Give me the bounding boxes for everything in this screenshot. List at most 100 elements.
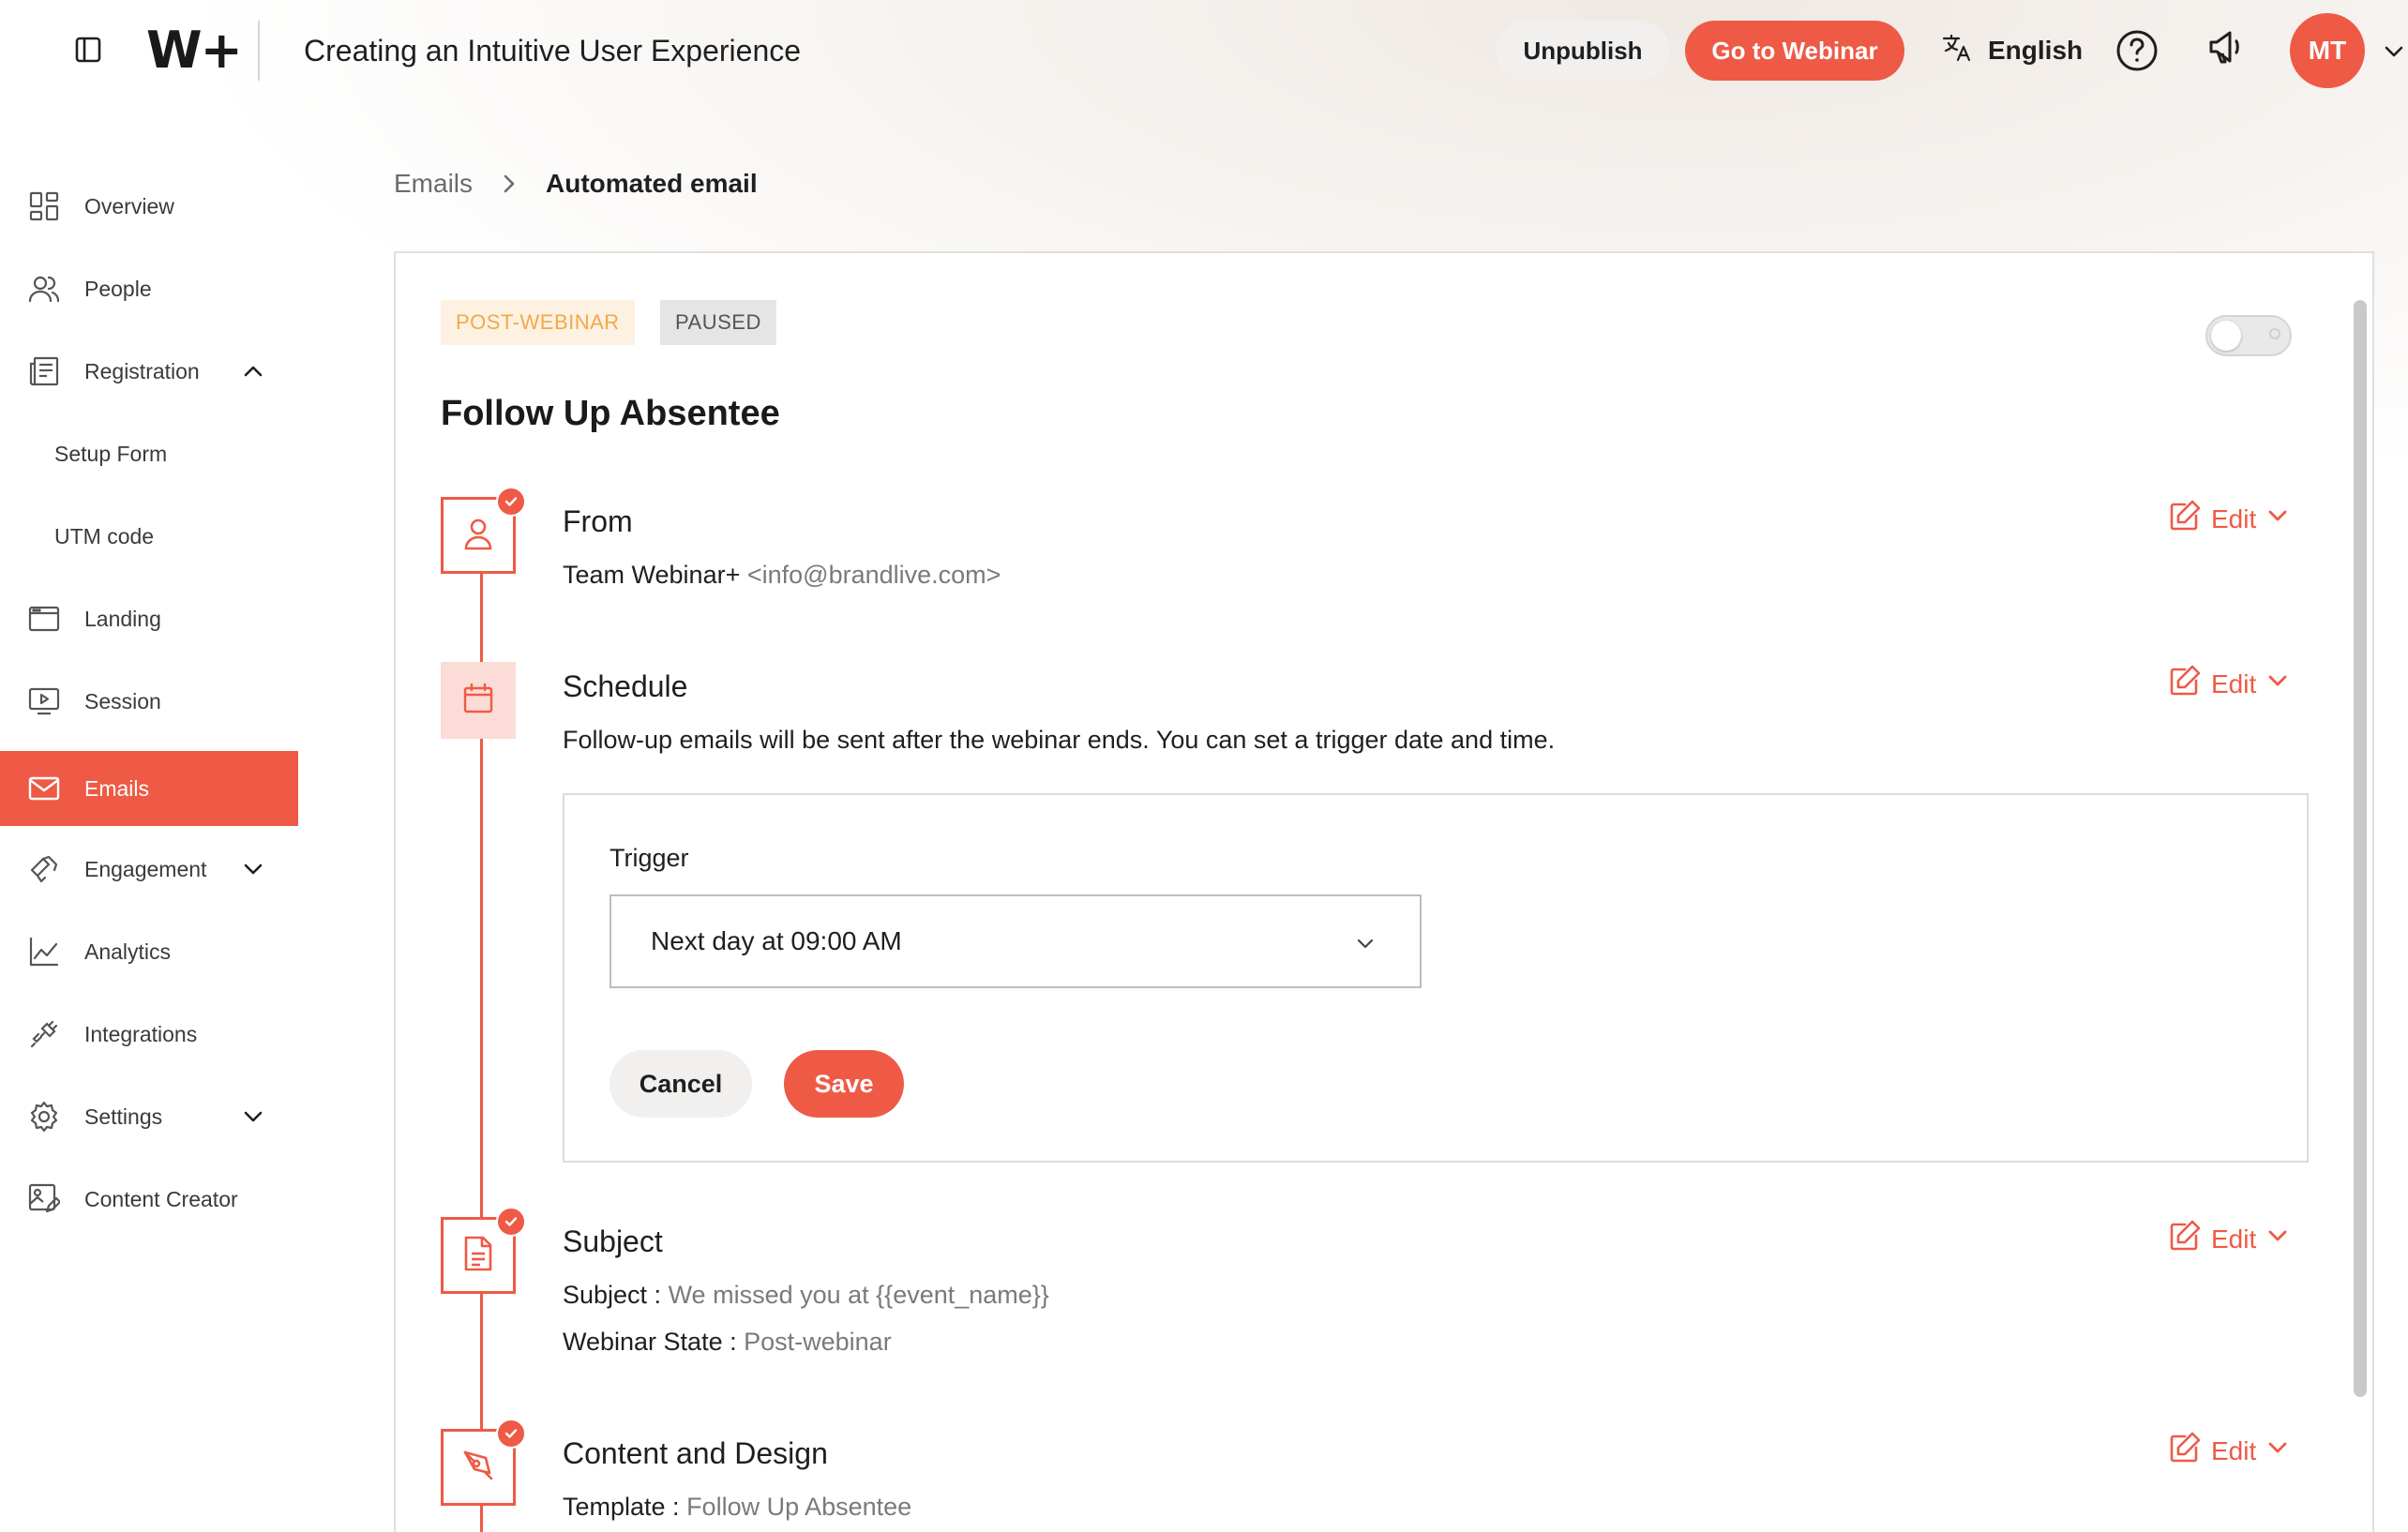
go-to-webinar-button[interactable]: Go to Webinar xyxy=(1685,21,1904,81)
content-step-icon xyxy=(441,1419,526,1506)
edit-icon xyxy=(2168,1219,2202,1259)
phase-badge: POST-WEBINAR xyxy=(441,300,635,345)
schedule-step-title: Schedule xyxy=(563,669,688,703)
subject-step-title: Subject xyxy=(563,1224,663,1258)
subject-edit-button[interactable]: Edit xyxy=(2168,1219,2290,1259)
state-value: Post-webinar xyxy=(744,1328,892,1356)
from-step-title: From xyxy=(563,504,633,538)
top-bar: W+ Creating an Intuitive User Experience… xyxy=(0,0,2408,103)
content-edit-button[interactable]: Edit xyxy=(2168,1431,2290,1471)
sidebar-item-settings[interactable]: Settings xyxy=(0,1079,298,1154)
sidebar-item-emails[interactable]: Emails xyxy=(0,751,298,826)
sidebar-item-analytics[interactable]: Analytics xyxy=(0,914,298,989)
cancel-button[interactable]: Cancel xyxy=(610,1050,752,1118)
sidebar-item-engagement[interactable]: Engagement xyxy=(0,832,298,907)
schedule-panel: Trigger Next day at 09:00 AM Cancel Save xyxy=(563,793,2309,1163)
mail-icon xyxy=(28,773,60,804)
state-key: Webinar State : xyxy=(563,1328,745,1356)
edit-icon xyxy=(2168,664,2202,704)
chevron-down-icon[interactable] xyxy=(2382,39,2406,64)
content-step-title: Content and Design xyxy=(563,1436,828,1470)
status-badge: PAUSED xyxy=(660,300,776,345)
browser-icon xyxy=(28,603,60,635)
schedule-description: Follow-up emails will be sent after the … xyxy=(563,726,1556,754)
toggle-off-icon xyxy=(2269,328,2280,339)
schedule-edit-button[interactable]: Edit xyxy=(2168,664,2290,704)
email-detail-card: POST-WEBINAR PAUSED Follow Up Absentee F… xyxy=(394,251,2374,1532)
sidebar-item-utm-code[interactable]: UTM code xyxy=(0,499,298,574)
webinar-state-line: Webinar State : Post-webinar xyxy=(563,1328,892,1357)
edit-label: Edit xyxy=(2211,1435,2257,1465)
sidebar-item-setup-form[interactable]: Setup Form xyxy=(0,416,298,491)
chevron-down-icon xyxy=(2265,503,2290,534)
pen-tool-icon xyxy=(459,1447,497,1489)
help-icon[interactable] xyxy=(2115,28,2160,73)
trigger-select-value: Next day at 09:00 AM xyxy=(651,926,902,955)
user-icon xyxy=(459,515,497,557)
sidebar-item-content-creator[interactable]: Content Creator xyxy=(0,1162,298,1237)
people-icon xyxy=(28,273,60,305)
sidebar-item-session[interactable]: Session xyxy=(0,664,298,739)
chevron-down-icon[interactable] xyxy=(240,1104,266,1130)
user-avatar[interactable]: MT xyxy=(2290,13,2365,88)
subject-step-icon xyxy=(441,1207,526,1294)
document-icon xyxy=(461,1235,495,1277)
unpublish-button[interactable]: Unpublish xyxy=(1497,21,1669,81)
sidebar-item-label: Content Creator xyxy=(84,1186,238,1211)
megaphone-icon[interactable] xyxy=(2205,26,2247,68)
save-button[interactable]: Save xyxy=(784,1050,904,1118)
email-title: Follow Up Absentee xyxy=(441,394,780,433)
language-selector[interactable]: English xyxy=(1941,28,2083,73)
trigger-label: Trigger xyxy=(610,844,689,872)
translate-icon xyxy=(1941,32,1973,70)
chevron-down-icon xyxy=(2265,1435,2290,1466)
scrollbar-thumb[interactable] xyxy=(2354,300,2367,1397)
image-edit-icon xyxy=(28,1183,62,1215)
breadcrumb: Emails Automated email xyxy=(394,169,758,199)
sidebar-item-landing[interactable]: Landing xyxy=(0,581,298,656)
subject-key: Subject : xyxy=(563,1281,669,1309)
chevron-down-icon[interactable] xyxy=(240,856,266,882)
sidebar-item-overview[interactable]: Overview xyxy=(0,169,298,244)
header-divider xyxy=(258,21,260,81)
check-icon xyxy=(496,1207,526,1237)
brand-logo[interactable]: W+ xyxy=(146,21,243,81)
play-screen-icon xyxy=(28,685,60,717)
edit-icon xyxy=(2168,1431,2202,1471)
edit-icon xyxy=(2168,499,2202,539)
registration-icon xyxy=(28,355,60,387)
chevron-down-icon xyxy=(1352,930,1378,956)
scrollbar[interactable] xyxy=(2354,300,2367,1528)
check-icon xyxy=(496,487,526,517)
sidebar-item-label: Registration xyxy=(84,358,200,383)
subject-value: We missed you at {{event_name}} xyxy=(668,1281,1049,1309)
sidebar-toggle-icon[interactable] xyxy=(73,35,103,65)
from-edit-button[interactable]: Edit xyxy=(2168,499,2290,539)
sidebar-item-registration[interactable]: Registration xyxy=(0,334,298,409)
sidebar-item-label: Overview xyxy=(84,193,174,218)
trigger-select[interactable]: Next day at 09:00 AM xyxy=(610,894,1422,988)
sidebar-item-label: Settings xyxy=(84,1104,163,1129)
template-value: Follow Up Absentee xyxy=(686,1493,912,1521)
email-enabled-toggle[interactable] xyxy=(2205,315,2292,356)
edit-label: Edit xyxy=(2211,668,2257,698)
sidebar-item-people[interactable]: People xyxy=(0,251,298,326)
sender-address: <info@brandlive.com> xyxy=(746,561,1001,589)
sidebar-item-label: Emails xyxy=(84,775,150,801)
sidebar-item-integrations[interactable]: Integrations xyxy=(0,997,298,1072)
chevron-down-icon xyxy=(2265,668,2290,699)
toggle-knob xyxy=(2211,321,2241,351)
edit-label: Edit xyxy=(2211,1224,2257,1254)
chevron-down-icon xyxy=(2265,1224,2290,1254)
sidebar-item-label: Session xyxy=(84,688,161,713)
chart-icon xyxy=(28,936,60,968)
sidebar-item-label: UTM code xyxy=(54,523,155,548)
sidebar-item-label: Integrations xyxy=(84,1021,198,1046)
page-title: Creating an Intuitive User Experience xyxy=(304,34,802,68)
schedule-step-icon xyxy=(441,662,516,739)
language-label: English xyxy=(1988,36,2084,65)
chevron-right-icon xyxy=(497,172,521,196)
breadcrumb-emails-link[interactable]: Emails xyxy=(394,169,473,199)
chevron-up-icon[interactable] xyxy=(240,358,266,384)
template-key: Template : xyxy=(563,1493,687,1521)
